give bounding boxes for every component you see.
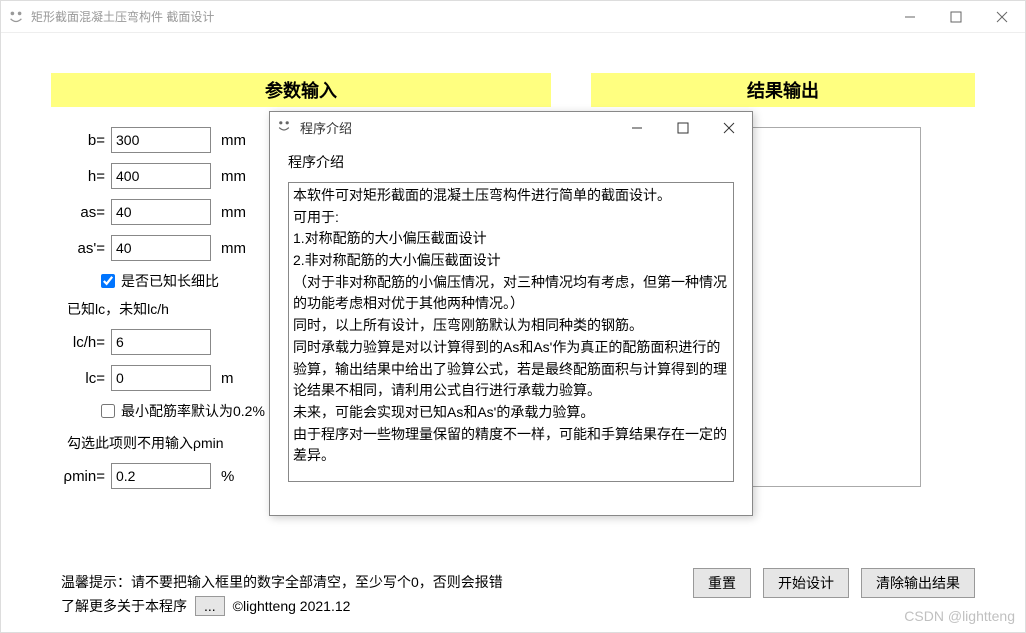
checkbox-know-slender[interactable] — [101, 274, 115, 288]
dialog-close-button[interactable] — [706, 112, 752, 144]
dialog-title: 程序介绍 — [300, 118, 352, 137]
label-as: as= — [51, 204, 111, 221]
input-lch[interactable] — [111, 329, 211, 355]
window-controls — [887, 1, 1025, 33]
reset-button[interactable]: 重置 — [693, 568, 751, 598]
minimize-button[interactable] — [887, 1, 933, 33]
label-rhomin: ρmin= — [51, 468, 111, 485]
close-button[interactable] — [979, 1, 1025, 33]
footer-more-info: 了解更多关于本程序 — [61, 596, 187, 616]
main-titlebar: 矩形截面混凝土压弯构件 截面设计 — [1, 1, 1025, 33]
label-lc: lc= — [51, 370, 111, 387]
input-h[interactable] — [111, 163, 211, 189]
unit-as: mm — [221, 204, 246, 221]
more-info-button[interactable]: ... — [195, 596, 225, 616]
unit-rhomin: % — [221, 468, 234, 485]
label-know-slender: 是否已知长细比 — [121, 271, 219, 291]
main-window: 矩形截面混凝土压弯构件 截面设计 参数输入 b= mm — [0, 0, 1026, 633]
label-lch: lc/h= — [51, 334, 111, 351]
label-min-ratio: 最小配筋率默认为0.2% — [121, 401, 265, 421]
label-h: h= — [51, 168, 111, 185]
window-title: 矩形截面混凝土压弯构件 截面设计 — [31, 8, 214, 25]
maximize-button[interactable] — [933, 1, 979, 33]
unit-asp: mm — [221, 240, 246, 257]
input-section-header: 参数输入 — [51, 73, 551, 107]
unit-lc: m — [221, 370, 234, 387]
input-asp[interactable] — [111, 235, 211, 261]
input-lc[interactable] — [111, 365, 211, 391]
clear-output-button[interactable]: 清除输出结果 — [861, 568, 975, 598]
label-b: b= — [51, 132, 111, 149]
csdn-watermark: CSDN @lightteng — [904, 608, 1015, 624]
app-icon — [7, 8, 25, 26]
dialog-heading: 程序介绍 — [288, 152, 734, 172]
checkbox-min-ratio[interactable] — [101, 404, 115, 418]
dialog-maximize-button[interactable] — [660, 112, 706, 144]
dialog-body-text[interactable] — [288, 182, 734, 482]
dialog-minimize-button[interactable] — [614, 112, 660, 144]
dialog-titlebar: 程序介绍 — [270, 112, 752, 142]
unit-b: mm — [221, 132, 246, 149]
output-section-header: 结果输出 — [591, 73, 975, 107]
start-button[interactable]: 开始设计 — [763, 568, 849, 598]
input-rhomin[interactable] — [111, 463, 211, 489]
footer-copyright: ©lightteng 2021.12 — [233, 598, 351, 614]
dialog-app-icon — [276, 118, 294, 136]
input-b[interactable] — [111, 127, 211, 153]
unit-h: mm — [221, 168, 246, 185]
input-as[interactable] — [111, 199, 211, 225]
about-dialog: 程序介绍 程序介绍 — [269, 111, 753, 516]
footer-warning: 温馨提示：请不要把输入框里的数字全部清空，至少写个0，否则会报错 — [61, 572, 503, 592]
footer: 温馨提示：请不要把输入框里的数字全部清空，至少写个0，否则会报错 重置 开始设计… — [61, 568, 975, 620]
label-asp: as'= — [51, 240, 111, 257]
